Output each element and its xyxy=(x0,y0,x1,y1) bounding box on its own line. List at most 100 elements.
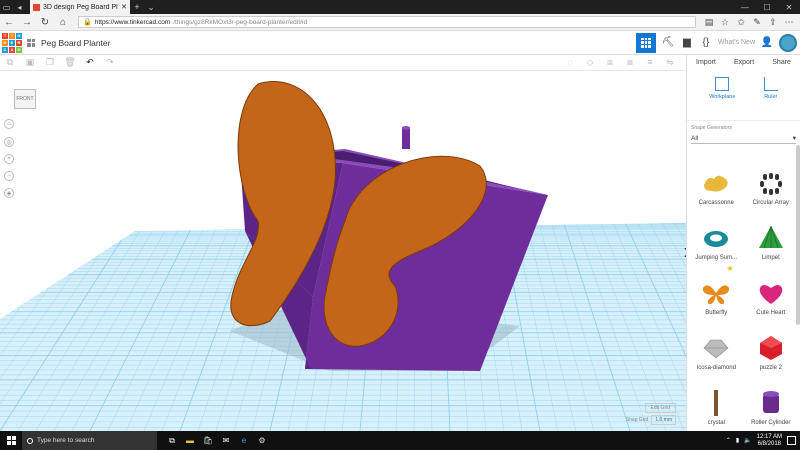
tab-back-icon[interactable]: ◂ xyxy=(13,0,26,14)
paste-icon[interactable]: ▣ xyxy=(20,57,40,68)
back-arrow-icon[interactable]: ← xyxy=(0,17,18,28)
address-bar-row: ← → ↻ ⌂ 🔒 https://www.tinkercad.com/thin… xyxy=(0,14,800,31)
shape-item-circular-array[interactable]: Circular Array xyxy=(744,154,799,206)
zoom-in-icon[interactable]: + xyxy=(4,154,14,164)
favorite-star-icon[interactable]: ☆ xyxy=(718,17,732,28)
url-field[interactable]: 🔒 https://www.tinkercad.com/things/gz8Rk… xyxy=(78,16,696,28)
undo-icon[interactable]: ↶ xyxy=(80,57,100,68)
view-cube-front-face[interactable]: FRONT xyxy=(14,89,36,109)
shape-generators-label: Shape Generators xyxy=(691,125,732,131)
network-icon[interactable]: ▮ xyxy=(736,437,739,444)
briefcase-icon[interactable]: ▆ xyxy=(680,37,694,48)
panel-scrollbar[interactable] xyxy=(796,145,800,325)
roller-cylinder-icon xyxy=(762,391,779,413)
project-title[interactable]: Peg Board Planter xyxy=(41,38,110,48)
ruler-label: Ruler xyxy=(764,94,778,100)
butterfly-icon xyxy=(703,285,730,305)
workplane-label: Workplane xyxy=(709,94,736,100)
new-tab-icon[interactable]: + xyxy=(130,2,144,12)
avatar[interactable] xyxy=(779,33,797,52)
shape-item-carcassonne[interactable]: Carcassonne xyxy=(689,154,744,206)
start-button[interactable] xyxy=(0,431,22,450)
settings-gear-icon[interactable]: ⚙ xyxy=(255,434,269,448)
edge-icon[interactable]: e xyxy=(237,434,251,448)
view-cube[interactable]: FRONT xyxy=(10,83,38,111)
zoom-out-icon[interactable]: − xyxy=(4,171,14,181)
shape-item-crystal[interactable]: crystal xyxy=(689,374,744,426)
fit-view-icon[interactable]: ◎ xyxy=(4,137,14,147)
maximize-icon[interactable]: ☐ xyxy=(756,3,778,12)
shape-label: crystal xyxy=(707,420,725,426)
more-options-icon[interactable]: ⋯ xyxy=(782,17,796,28)
system-tray: ⌃ ▮ 🔈 12:17 AM 6/8/2018 xyxy=(726,434,800,448)
task-view-icon[interactable]: ⧉ xyxy=(165,434,179,448)
pinned-apps: ⧉ ▬ 🛍 ✉ e ⚙ xyxy=(157,434,269,448)
action-center-icon[interactable] xyxy=(787,436,796,445)
redo-icon[interactable]: ↷ xyxy=(100,57,120,68)
tab-preview-icon[interactable]: ▭ xyxy=(0,0,13,14)
browser-tab[interactable]: 3D design Peg Board Pl ✕ xyxy=(30,0,130,14)
code-blocks-icon[interactable]: {} xyxy=(699,37,713,48)
whats-new-link[interactable]: What's New xyxy=(718,39,755,46)
show-hidden-icons-icon[interactable]: ⌃ xyxy=(726,437,731,444)
ruler-button[interactable]: Ruler xyxy=(763,77,778,120)
pickaxe-icon[interactable]: ⛏ xyxy=(661,37,675,48)
shape-item-limpet[interactable]: Limpet xyxy=(744,209,799,261)
shape-item-cute-heart[interactable]: Cute Heart xyxy=(744,264,799,316)
forward-arrow-icon[interactable]: → xyxy=(18,17,36,28)
tab-close-icon[interactable]: ✕ xyxy=(121,3,127,11)
volume-icon[interactable]: 🔈 xyxy=(744,437,751,444)
share-icon[interactable]: ⇪ xyxy=(766,17,780,28)
shape-item-puzzle-2[interactable]: puzzle 2 xyxy=(744,319,799,371)
notes-pen-icon[interactable]: ✎ xyxy=(750,17,764,28)
shape-generators-select[interactable]: All ▾ xyxy=(691,133,796,144)
url-domain: https://www.tinkercad.com xyxy=(94,18,171,26)
refresh-icon[interactable]: ↻ xyxy=(36,17,54,28)
clock-date: 6/8/2018 xyxy=(757,440,781,447)
shape-icon[interactable]: ◇ xyxy=(580,57,600,68)
light-bulb-icon[interactable]: ◌ xyxy=(560,57,580,68)
3d-view-button[interactable] xyxy=(635,32,656,53)
snap-grid-select[interactable]: 1.0 mm xyxy=(651,415,676,425)
panel-actions: Import Export Share xyxy=(687,55,800,71)
right-panel: Import Export Share Workplane Ruler Shap… xyxy=(686,55,800,431)
tab-list-icon[interactable]: ⌄ xyxy=(144,2,158,13)
export-button[interactable]: Export xyxy=(734,59,754,71)
reading-view-icon[interactable]: ▤ xyxy=(702,17,716,28)
logo-tile: T xyxy=(2,32,8,39)
workplane-button[interactable]: Workplane xyxy=(709,77,735,120)
logo-tile: I xyxy=(9,32,15,39)
shape-item-butterfly[interactable]: ★ Butterfly xyxy=(689,264,744,316)
shape-item-roller-cylinder[interactable]: Roller Cylinder xyxy=(744,374,799,426)
edit-grid-button[interactable]: Edit Grid xyxy=(644,403,676,413)
file-explorer-icon[interactable]: ▬ xyxy=(183,434,197,448)
ungroup-icon[interactable]: ⧇ xyxy=(620,57,640,68)
close-window-icon[interactable]: ✕ xyxy=(778,3,800,12)
delete-icon[interactable]: 🗑 xyxy=(60,57,80,68)
share-button[interactable]: Share xyxy=(772,59,791,71)
windows-taskbar: Type here to search ⧉ ▬ 🛍 ✉ e ⚙ ⌃ ▮ 🔈 12… xyxy=(0,431,800,450)
designs-grid-icon[interactable] xyxy=(27,38,35,47)
3d-viewport[interactable]: FRONT ⌂ ◎ + − ◈ Edit Grid Snap Grid 1.0 … xyxy=(0,71,686,431)
tinkercad-logo[interactable]: T I N K E R C A D xyxy=(2,32,22,53)
shape-item-icosa-diamond[interactable]: Icosa-diamond xyxy=(689,319,744,371)
add-user-icon[interactable]: 👤 xyxy=(760,37,774,48)
copy-icon[interactable]: ⧉ xyxy=(0,57,20,68)
scene-canvas xyxy=(0,81,686,431)
home-icon[interactable]: ⌂ xyxy=(54,17,72,28)
mirror-icon[interactable]: ⇋ xyxy=(660,57,680,68)
align-icon[interactable]: ≡ xyxy=(640,57,660,68)
home-view-icon[interactable]: ⌂ xyxy=(4,119,14,129)
mail-icon[interactable]: ✉ xyxy=(219,434,233,448)
favorites-icon[interactable]: ✩ xyxy=(734,17,748,28)
window-controls: — ☐ ✕ xyxy=(734,3,800,12)
taskbar-search[interactable]: Type here to search xyxy=(22,431,157,450)
clock[interactable]: 12:17 AM 6/8/2018 xyxy=(757,434,782,448)
duplicate-icon[interactable]: ❐ xyxy=(40,57,60,68)
perspective-icon[interactable]: ◈ xyxy=(4,188,14,198)
group-icon[interactable]: ⧈ xyxy=(600,57,620,68)
shape-item-jumping-sum[interactable]: Jumping Sum... xyxy=(689,209,744,261)
minimize-icon[interactable]: — xyxy=(734,3,756,12)
store-icon[interactable]: 🛍 xyxy=(201,434,215,448)
import-button[interactable]: Import xyxy=(696,59,716,71)
